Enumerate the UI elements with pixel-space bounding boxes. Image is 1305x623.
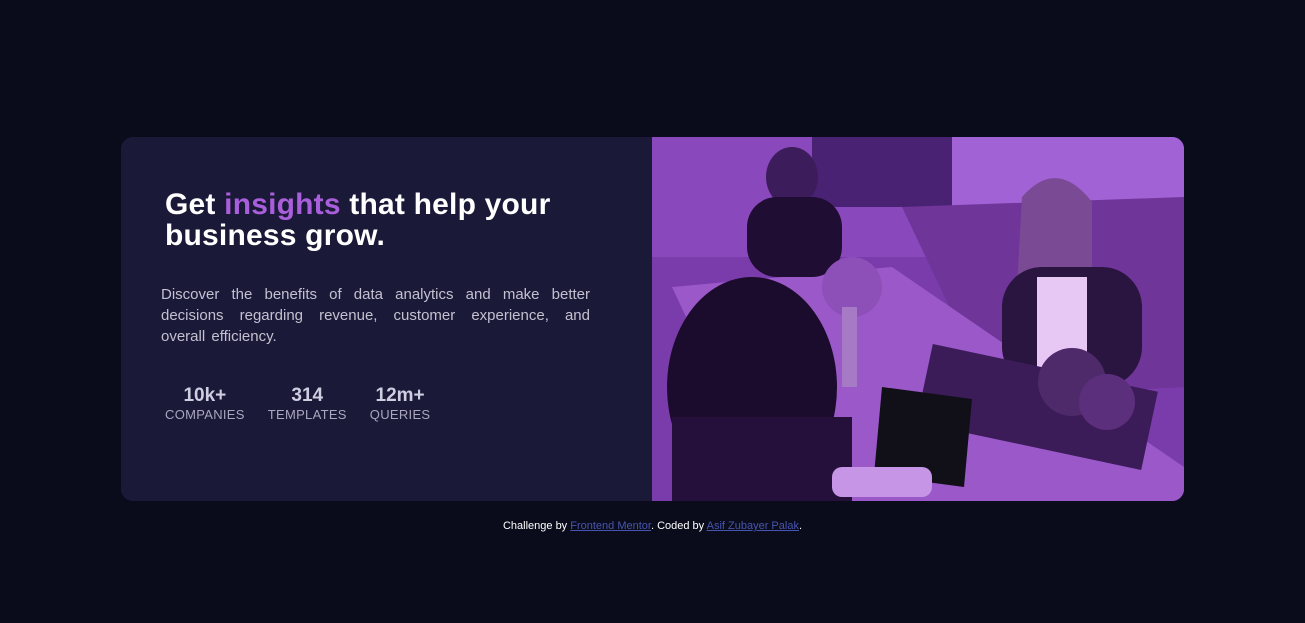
stat-templates: 314 TEMPLATES [268, 385, 347, 423]
header-image [652, 137, 1184, 501]
stat-companies: 10k+ COMPANIES [165, 385, 245, 423]
attribution-middle: . Coded by [650, 520, 707, 532]
office-photo-illustration [652, 137, 1184, 501]
stats-row: 10k+ COMPANIES 314 TEMPLATES 12m+ QUERIE… [165, 385, 430, 423]
stat-label: QUERIES [369, 407, 431, 422]
author-link[interactable]: Asif Zubayer Palak [707, 520, 799, 532]
stat-queries: 12m+ QUERIES [370, 385, 431, 423]
headline: Get insights that help your business gro… [165, 189, 605, 251]
attribution: Challenge by Frontend Mentor. Coded by A… [0, 520, 1305, 532]
stat-value: 10k+ [183, 385, 227, 406]
headline-start: Get [165, 188, 225, 221]
card-content: Get insights that help your business gro… [121, 137, 652, 501]
description: Discover the benefits of data analytics … [161, 286, 590, 345]
frontend-mentor-link[interactable]: Frontend Mentor [570, 520, 651, 532]
attribution-prefix: Challenge by [502, 520, 571, 532]
attribution-suffix: . [798, 520, 803, 532]
headline-accent: insights [224, 188, 341, 221]
stat-label: TEMPLATES [267, 407, 347, 422]
stat-value: 314 [291, 385, 324, 406]
stat-label: COMPANIES [165, 407, 245, 422]
stats-card: Get insights that help your business gro… [121, 137, 1184, 501]
stat-value: 12m+ [375, 385, 425, 406]
